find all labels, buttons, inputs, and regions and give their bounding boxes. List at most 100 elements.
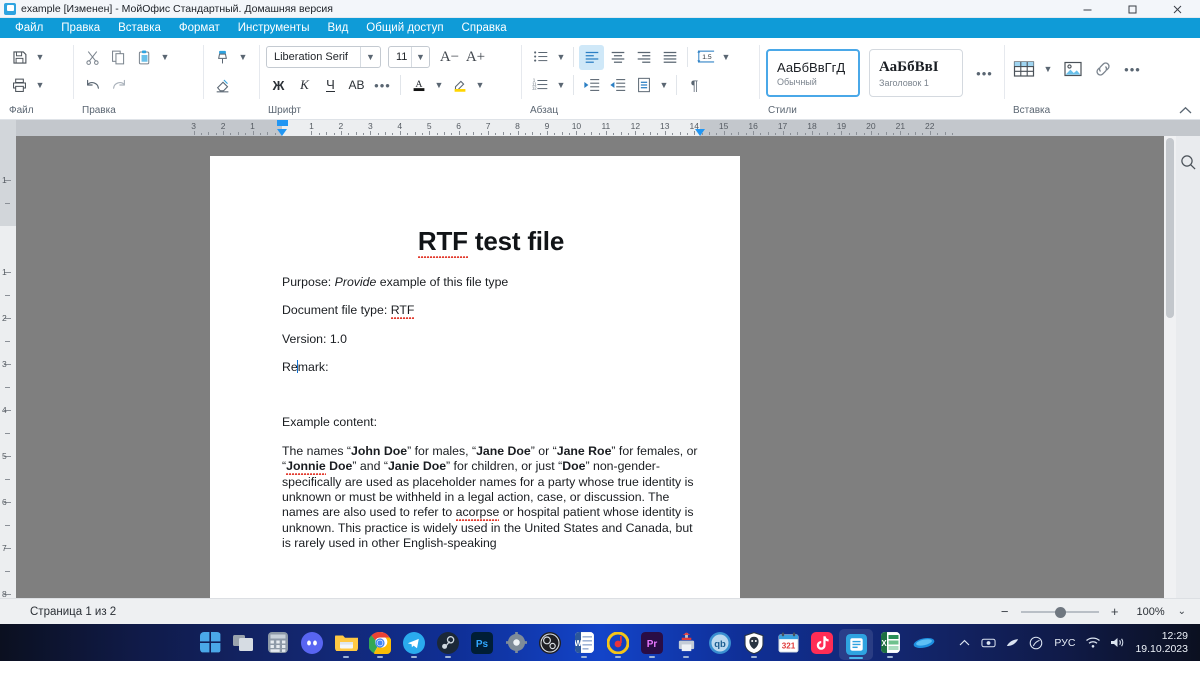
highlight-color-caret[interactable]: ▼ — [473, 73, 487, 98]
decrease-indent-button[interactable] — [579, 73, 604, 98]
taskbar-icon-media-player[interactable] — [601, 624, 635, 661]
search-icon[interactable] — [1180, 154, 1197, 171]
save-dropdown-caret[interactable]: ▼ — [33, 45, 47, 70]
paragraph-spacing-caret[interactable]: ▼ — [657, 73, 671, 98]
align-justify-button[interactable] — [657, 45, 682, 70]
font-color-caret[interactable]: ▼ — [432, 73, 446, 98]
clear-formatting-button[interactable] — [210, 73, 235, 98]
zoom-in-button[interactable]: + — [1108, 604, 1122, 619]
print-button[interactable] — [7, 73, 32, 98]
insert-table-caret[interactable]: ▼ — [1041, 57, 1055, 82]
taskbar-icon-settings[interactable] — [499, 624, 533, 661]
tray-overflow-icon[interactable] — [952, 624, 976, 661]
vertical-ruler[interactable]: 112345678 — [0, 136, 16, 598]
insert-more-button[interactable]: ••• — [1120, 57, 1145, 82]
menu-item-format[interactable]: Формат — [170, 18, 229, 38]
taskbar-icon-antivirus[interactable] — [737, 624, 771, 661]
taskbar-icon-file-explorer[interactable] — [329, 624, 363, 661]
collapse-ribbon-button[interactable] — [1179, 106, 1192, 115]
bold-button[interactable]: Ж — [266, 73, 291, 98]
minimize-button[interactable] — [1065, 0, 1110, 18]
taskbar-icon-google-chrome[interactable] — [363, 624, 397, 661]
zoom-out-button[interactable]: − — [998, 604, 1012, 619]
cut-button[interactable] — [80, 45, 105, 70]
style-card-heading1[interactable]: АаБбВвІ Заголовок 1 — [869, 49, 963, 97]
show-formatting-marks-button[interactable]: ¶ — [682, 73, 707, 98]
format-painter-button[interactable] — [210, 45, 235, 70]
taskbar-icon-microsoft-excel[interactable]: X — [873, 624, 907, 661]
menu-item-file[interactable]: Файл — [6, 18, 52, 38]
zoom-slider[interactable] — [1020, 605, 1099, 619]
chevron-down-icon[interactable]: ▼ — [360, 47, 380, 67]
copy-button[interactable] — [106, 45, 131, 70]
numbered-list-button[interactable]: 1 11 12 — [528, 73, 553, 98]
first-line-indent-marker[interactable] — [276, 120, 288, 126]
taskbar-icon-premiere-pro[interactable]: Pr — [635, 624, 669, 661]
taskbar-icon-microsoft-word[interactable]: W — [567, 624, 601, 661]
decrease-font-size-button[interactable]: A− — [437, 45, 462, 70]
style-card-normal[interactable]: АаБбВвГгД Обычный — [766, 49, 861, 97]
redo-button[interactable] — [106, 73, 131, 98]
close-button[interactable] — [1155, 0, 1200, 18]
scrollbar-thumb[interactable] — [1166, 138, 1174, 318]
align-center-button[interactable] — [605, 45, 630, 70]
maximize-button[interactable] — [1110, 0, 1155, 18]
taskbar-icon-myoffice-text[interactable] — [839, 628, 873, 660]
zoom-slider-knob[interactable] — [1054, 606, 1066, 618]
font-size-combobox[interactable]: 11 ▼ — [388, 46, 430, 68]
align-left-button[interactable] — [579, 44, 604, 70]
taskbar-icon-start-windows[interactable] — [193, 624, 227, 661]
menu-item-insert[interactable]: Вставка — [109, 18, 170, 38]
menu-item-edit[interactable]: Правка — [52, 18, 109, 38]
taskbar-icon-photoshop[interactable]: Ps — [465, 624, 499, 661]
line-spacing-button[interactable]: 1.5 — [693, 45, 718, 70]
taskbar-icon-printer-tool[interactable] — [669, 624, 703, 661]
menu-item-tools[interactable]: Инструменты — [229, 18, 319, 38]
format-painter-caret[interactable]: ▼ — [236, 45, 250, 70]
right-indent-marker[interactable] — [694, 129, 705, 136]
language-indicator[interactable]: РУС — [1048, 637, 1081, 649]
taskbar-icon-obs-studio[interactable] — [533, 624, 567, 661]
taskbar-icon-telegram[interactable] — [397, 624, 431, 661]
save-button[interactable] — [7, 45, 32, 70]
document-canvas[interactable]: RTF test file Purpose: Provide example o… — [16, 136, 1176, 598]
insert-image-button[interactable] — [1060, 57, 1085, 82]
left-indent-marker[interactable] — [276, 129, 287, 136]
underline-button[interactable]: Ч — [318, 73, 343, 98]
align-right-button[interactable] — [631, 45, 656, 70]
taskbar-icon-qbittorrent[interactable]: qb — [703, 624, 737, 661]
taskbar-icon-calculator[interactable] — [261, 624, 295, 661]
clock-widget[interactable]: 12:29 19.10.2023 — [1129, 630, 1192, 656]
document-page[interactable]: RTF test file Purpose: Provide example o… — [210, 156, 740, 598]
taskbar-icon-calendar[interactable]: 321 — [771, 624, 805, 661]
horizontal-ruler[interactable]: 3 2 1 1 2 3 4 5 6 7 8 9 10 11 12 13 14 15 16 17 18 19 20 21 22 — [16, 120, 1200, 136]
taskbar-icon-edge-browser[interactable] — [907, 624, 941, 661]
nvidia-icon[interactable] — [976, 624, 1000, 661]
increase-indent-button[interactable] — [605, 73, 630, 98]
vertical-scrollbar[interactable] — [1164, 136, 1176, 598]
bullet-list-button[interactable] — [528, 45, 553, 70]
highlight-color-button[interactable] — [447, 73, 472, 98]
undo-button[interactable] — [80, 73, 105, 98]
italic-button[interactable]: К — [292, 73, 317, 98]
taskbar-icon-discord[interactable] — [295, 624, 329, 661]
paste-dropdown-caret[interactable]: ▼ — [158, 45, 172, 70]
line-spacing-caret[interactable]: ▼ — [719, 45, 733, 70]
insert-link-button[interactable] — [1090, 57, 1115, 82]
paragraph-spacing-button[interactable] — [631, 73, 656, 98]
menu-item-help[interactable]: Справка — [453, 18, 516, 38]
font-more-button[interactable]: ••• — [370, 73, 395, 98]
paste-button[interactable] — [132, 45, 157, 70]
zoom-dropdown-caret[interactable]: ⌄ — [1174, 606, 1190, 617]
wifi-icon[interactable] — [1081, 624, 1105, 661]
font-color-button[interactable]: A — [406, 73, 431, 98]
print-dropdown-caret[interactable]: ▼ — [33, 73, 47, 98]
bullet-list-caret[interactable]: ▼ — [554, 45, 568, 70]
menu-item-view[interactable]: Вид — [318, 18, 357, 38]
xbox-icon[interactable] — [1024, 624, 1048, 661]
chevron-down-icon[interactable]: ▼ — [411, 47, 429, 67]
font-family-combobox[interactable]: Liberation Serif ▼ — [266, 46, 381, 68]
menu-item-share[interactable]: Общий доступ — [357, 18, 452, 38]
styles-more-button[interactable]: ••• — [972, 61, 997, 86]
strikethrough-button[interactable]: АВ — [344, 73, 369, 98]
